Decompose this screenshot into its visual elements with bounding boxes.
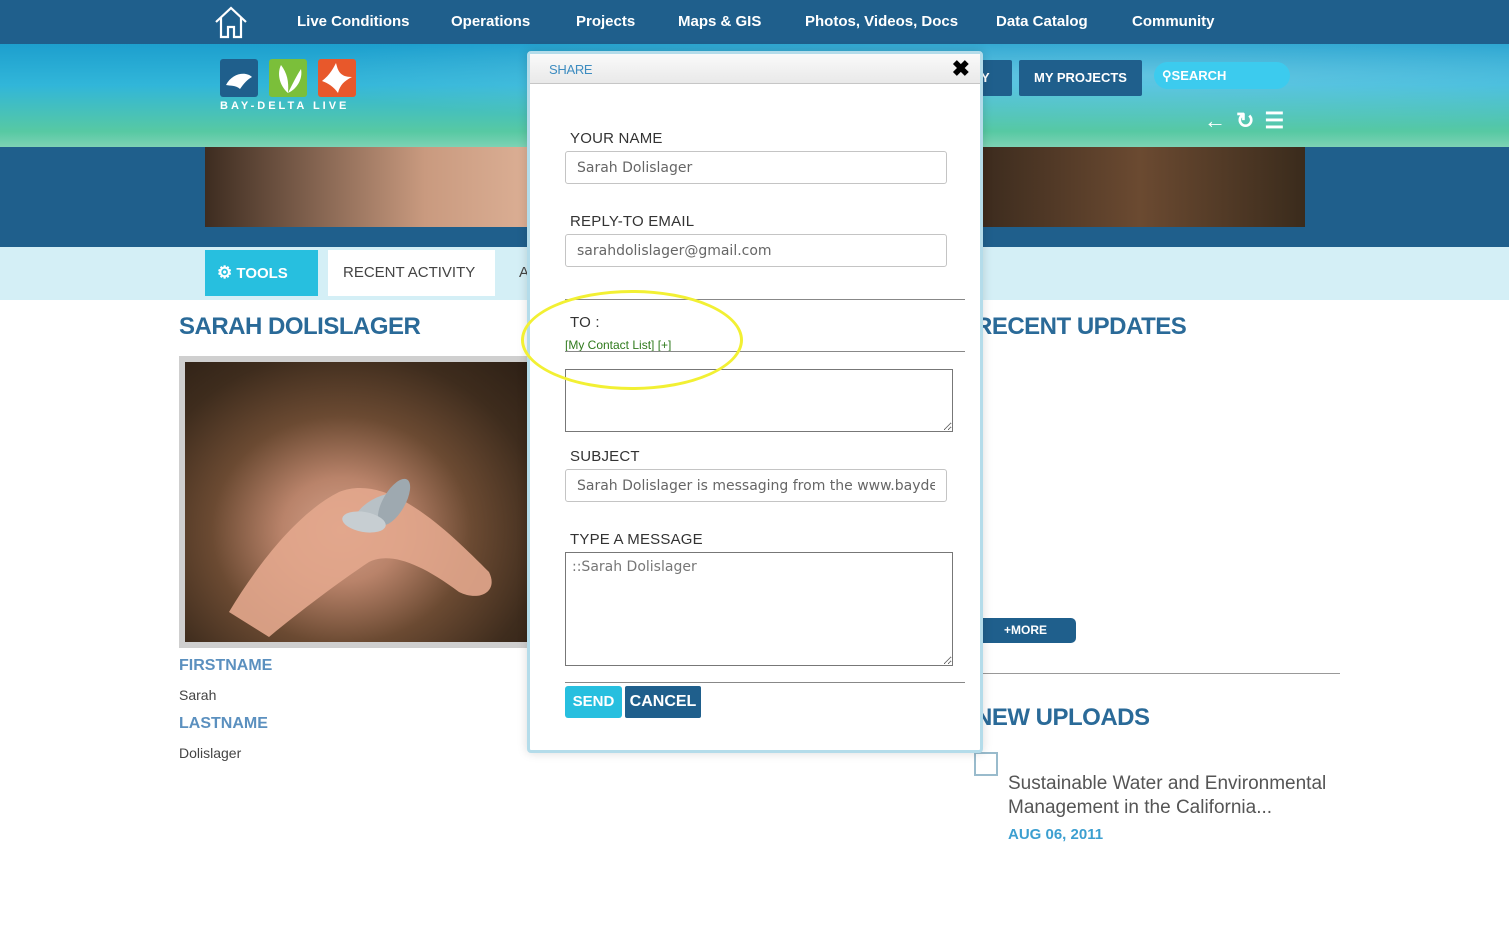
nav-data-catalog[interactable]: Data Catalog: [996, 13, 1088, 30]
upload-item-date: AUG 06, 2011: [1008, 826, 1104, 843]
section-divider: [975, 673, 1340, 674]
search-label: SEARCH: [1171, 68, 1227, 83]
back-arrow-icon[interactable]: ←: [1204, 109, 1226, 133]
nav-community[interactable]: Community: [1132, 13, 1215, 30]
send-button[interactable]: SEND: [565, 686, 622, 718]
buttons-rule: [565, 682, 965, 683]
upload-item-title[interactable]: Sustainable Water and Environmental Mana…: [1008, 772, 1348, 820]
list-icon[interactable]: ☰: [1264, 109, 1284, 133]
message-label: TYPE A MESSAGE: [570, 531, 703, 548]
tab-tools-label: TOOLS: [236, 265, 288, 282]
nav-projects[interactable]: Projects: [576, 13, 635, 30]
reply-email-input[interactable]: [565, 234, 947, 267]
nav-photos-videos-docs[interactable]: Photos, Videos, Docs: [805, 13, 958, 30]
your-name-label: YOUR NAME: [570, 130, 663, 147]
refresh-icon[interactable]: ↻: [1236, 109, 1254, 133]
to-label: TO :: [570, 314, 600, 331]
profile-photo: [179, 356, 539, 648]
lastname-label: LASTNAME: [179, 715, 268, 732]
search-icon: ⚲: [1162, 68, 1172, 83]
whale-icon: [220, 59, 258, 97]
share-modal: SHARE ✖ YOUR NAME REPLY-TO EMAIL TO : [M…: [527, 51, 983, 753]
top-nav: Live Conditions Operations Projects Maps…: [0, 0, 1509, 44]
to-textarea[interactable]: [565, 369, 953, 432]
message-textarea[interactable]: ::Sarah Dolislager: [565, 552, 953, 666]
nav-maps-gis[interactable]: Maps & GIS: [678, 13, 761, 30]
more-button[interactable]: +MORE: [975, 618, 1076, 643]
profile-name: SARAH DOLISLAGER: [179, 313, 421, 340]
subject-input[interactable]: [565, 469, 947, 502]
to-top-rule: [565, 299, 965, 300]
recent-updates-title: RECENT UPDATES: [975, 313, 1187, 340]
bird-icon: [318, 59, 356, 97]
firstname-value: Sarah: [179, 687, 217, 703]
to-bottom-rule: [565, 351, 965, 352]
subject-label: SUBJECT: [570, 448, 640, 465]
gear-icon: ⚙: [217, 263, 233, 282]
leaf-icon: [269, 59, 307, 97]
new-uploads-title: NEW UPLOADS: [975, 704, 1150, 731]
firstname-label: FIRSTNAME: [179, 657, 273, 674]
nav-live-conditions[interactable]: Live Conditions: [297, 13, 410, 30]
home-icon[interactable]: [212, 4, 250, 40]
logo-text: BAY-DELTA LIVE: [220, 100, 350, 112]
your-name-input[interactable]: [565, 151, 947, 184]
modal-title: SHARE: [549, 62, 593, 77]
cancel-button[interactable]: CANCEL: [625, 686, 701, 718]
my-contact-list-link[interactable]: [My Contact List] [+]: [565, 338, 671, 352]
lastname-value: Dolislager: [179, 745, 242, 761]
search-button[interactable]: ⚲SEARCH: [1154, 62, 1290, 89]
close-icon[interactable]: ✖: [952, 56, 970, 82]
modal-header: SHARE ✖: [530, 54, 980, 84]
reply-email-label: REPLY-TO EMAIL: [570, 213, 695, 230]
tab-tools[interactable]: ⚙ TOOLS: [205, 250, 318, 296]
document-icon: [974, 752, 998, 776]
tab-recent-activity[interactable]: RECENT ACTIVITY: [328, 250, 495, 296]
nav-operations[interactable]: Operations: [451, 13, 530, 30]
my-projects-button[interactable]: MY PROJECTS: [1019, 60, 1142, 96]
